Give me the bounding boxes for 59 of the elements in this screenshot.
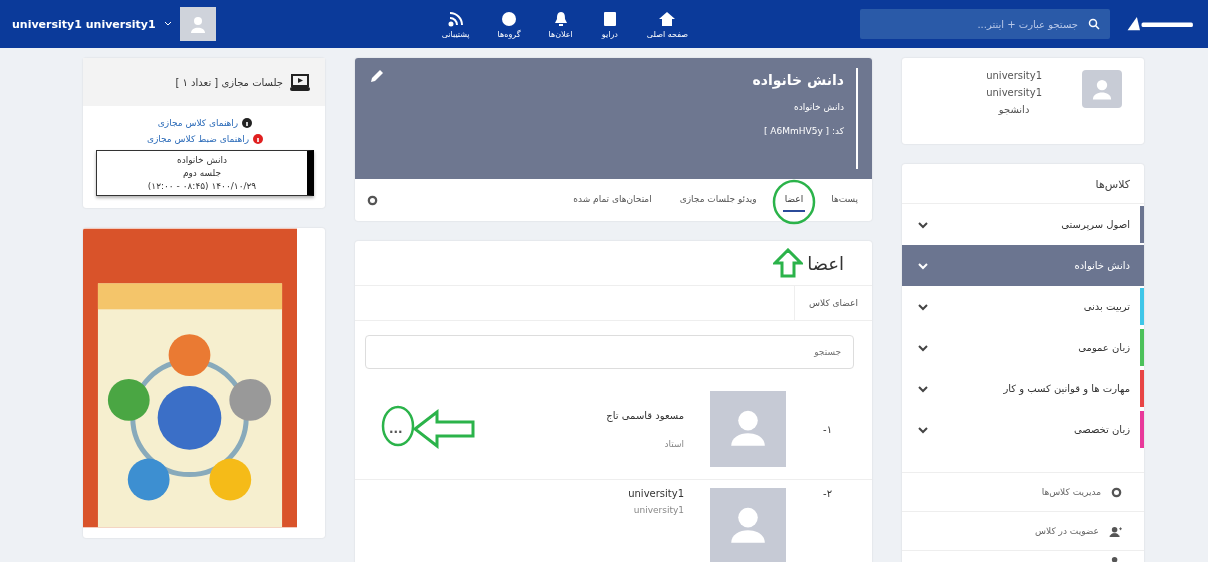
tab[interactable]: اعضای کلاس (794, 286, 872, 320)
class-code: کد: [ A6MmHV5y ] (762, 126, 844, 136)
card-title: کلاس‌ها (902, 164, 1144, 204)
annotation-arrow (773, 248, 804, 278)
profile-text: دانشجو (998, 104, 1030, 115)
annotation-circle (381, 405, 415, 447)
class-subtitle: دانش خانواده (792, 102, 844, 112)
member-name: university1 (628, 488, 684, 499)
class-action[interactable]: مدیریت کلاس‌ها (902, 473, 1144, 512)
avatar-icon (1082, 70, 1122, 108)
annotation-arrow (412, 409, 475, 449)
settings-icon[interactable] (367, 194, 378, 206)
class-item[interactable]: دانش خانواده (902, 245, 1144, 286)
class-action[interactable]: عضویت در کلاس (902, 512, 1144, 551)
nav-item[interactable]: گروه‌ها (497, 9, 521, 39)
chevron-icon (918, 261, 928, 270)
profile-text: university1 (986, 70, 1042, 81)
member-detail: university1 (633, 505, 684, 515)
row-number: ۲- (822, 488, 832, 499)
caret-icon[interactable] (163, 21, 172, 27)
card-title: جلسات مجازی [ تعداد ۱ ] (175, 76, 283, 88)
chevron-icon (918, 425, 928, 434)
user-avatar[interactable] (179, 7, 216, 41)
class-item[interactable]: اصول سرپرستی (902, 204, 1144, 245)
class-item[interactable]: تربیت بدنی (902, 286, 1144, 327)
member-detail: استاد (664, 438, 684, 449)
class-item[interactable]: زبان عمومی (902, 327, 1144, 368)
section-heading: اعضا (807, 252, 844, 274)
settings-icon (1111, 486, 1122, 498)
tab[interactable]: امتحان‌های تمام شده (571, 188, 654, 212)
class-item[interactable]: مهارت ها و قوانین کسب و کار (902, 368, 1144, 409)
home-icon (658, 9, 677, 28)
user-name[interactable]: university1 university1 (12, 17, 156, 31)
member-name: مسعود قاسمی تاج (606, 409, 684, 421)
chevron-icon (918, 302, 928, 311)
nav-item[interactable]: اعلان‌ها (548, 9, 573, 39)
help-link[interactable]: راهنمای ضبط کلاس مجازی (146, 134, 250, 144)
annotation-circle (771, 179, 816, 225)
tab[interactable]: ویدئو جلسات مجازی (677, 188, 759, 212)
tab[interactable]: پست‌ها (829, 188, 860, 212)
nav-item[interactable]: پشتیبانی (441, 9, 470, 39)
video-class-icon (289, 72, 311, 92)
session-item[interactable]: دانش خانواده جلسه دوم ۱۴۰۰/۱۰/۲۹ (۰۸:۴۵ - ۱۲:۰۰) (96, 150, 314, 196)
nav-item[interactable]: صفحه اصلی (646, 9, 688, 39)
class-item[interactable]: زبان تخصصی (902, 409, 1144, 450)
row-number: ۱- (822, 423, 832, 435)
nav-item[interactable]: درایو (600, 9, 619, 39)
search-icon (1088, 18, 1100, 30)
class-title: دانش خانواده (752, 72, 844, 88)
chevron-icon (918, 220, 928, 229)
help-link[interactable]: راهنمای کلاس مجازی (157, 118, 239, 128)
rss-icon (446, 9, 465, 28)
chevron-icon (918, 343, 928, 352)
search-field[interactable]: جستجو (365, 335, 854, 369)
search-field[interactable]: جستجو عبارت + اینتر... (860, 9, 1110, 39)
profile-text: university1 (986, 87, 1042, 98)
edit-icon[interactable] (369, 68, 385, 84)
avatar-icon (710, 391, 786, 467)
chevron-icon (918, 384, 928, 393)
